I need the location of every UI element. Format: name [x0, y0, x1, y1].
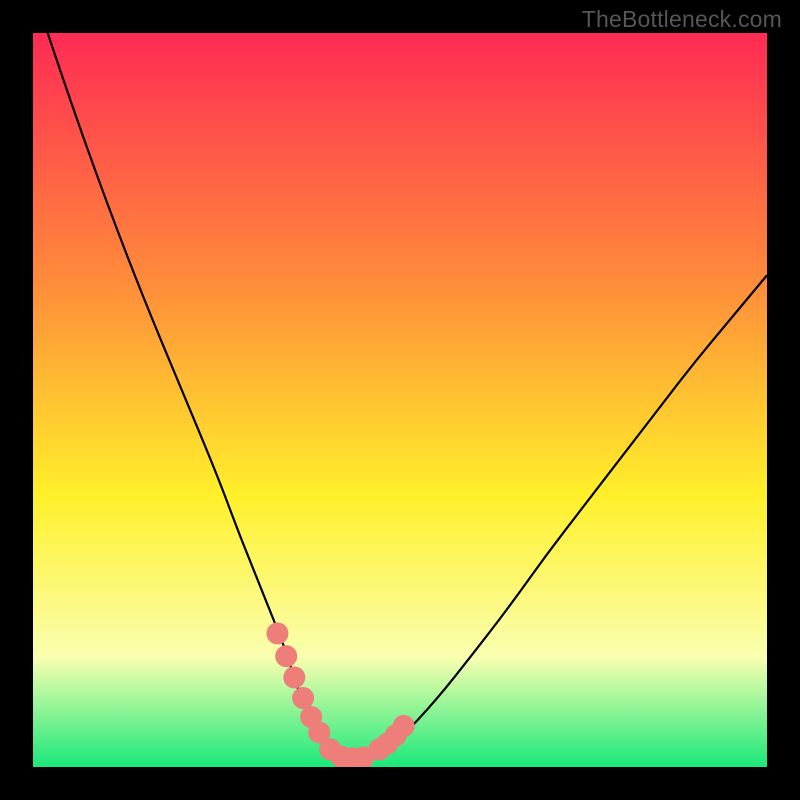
marker-dot — [283, 666, 305, 688]
watermark-text: TheBottleneck.com — [582, 6, 782, 33]
marker-dot — [275, 645, 297, 667]
marker-dot — [266, 622, 288, 644]
chart-curve — [33, 33, 767, 767]
marker-dot — [393, 715, 415, 737]
marker-group — [266, 622, 414, 767]
chart-stage: TheBottleneck.com — [0, 0, 800, 800]
bottleneck-curve — [48, 33, 767, 760]
marker-dot — [292, 687, 314, 709]
plot-area — [33, 33, 767, 767]
